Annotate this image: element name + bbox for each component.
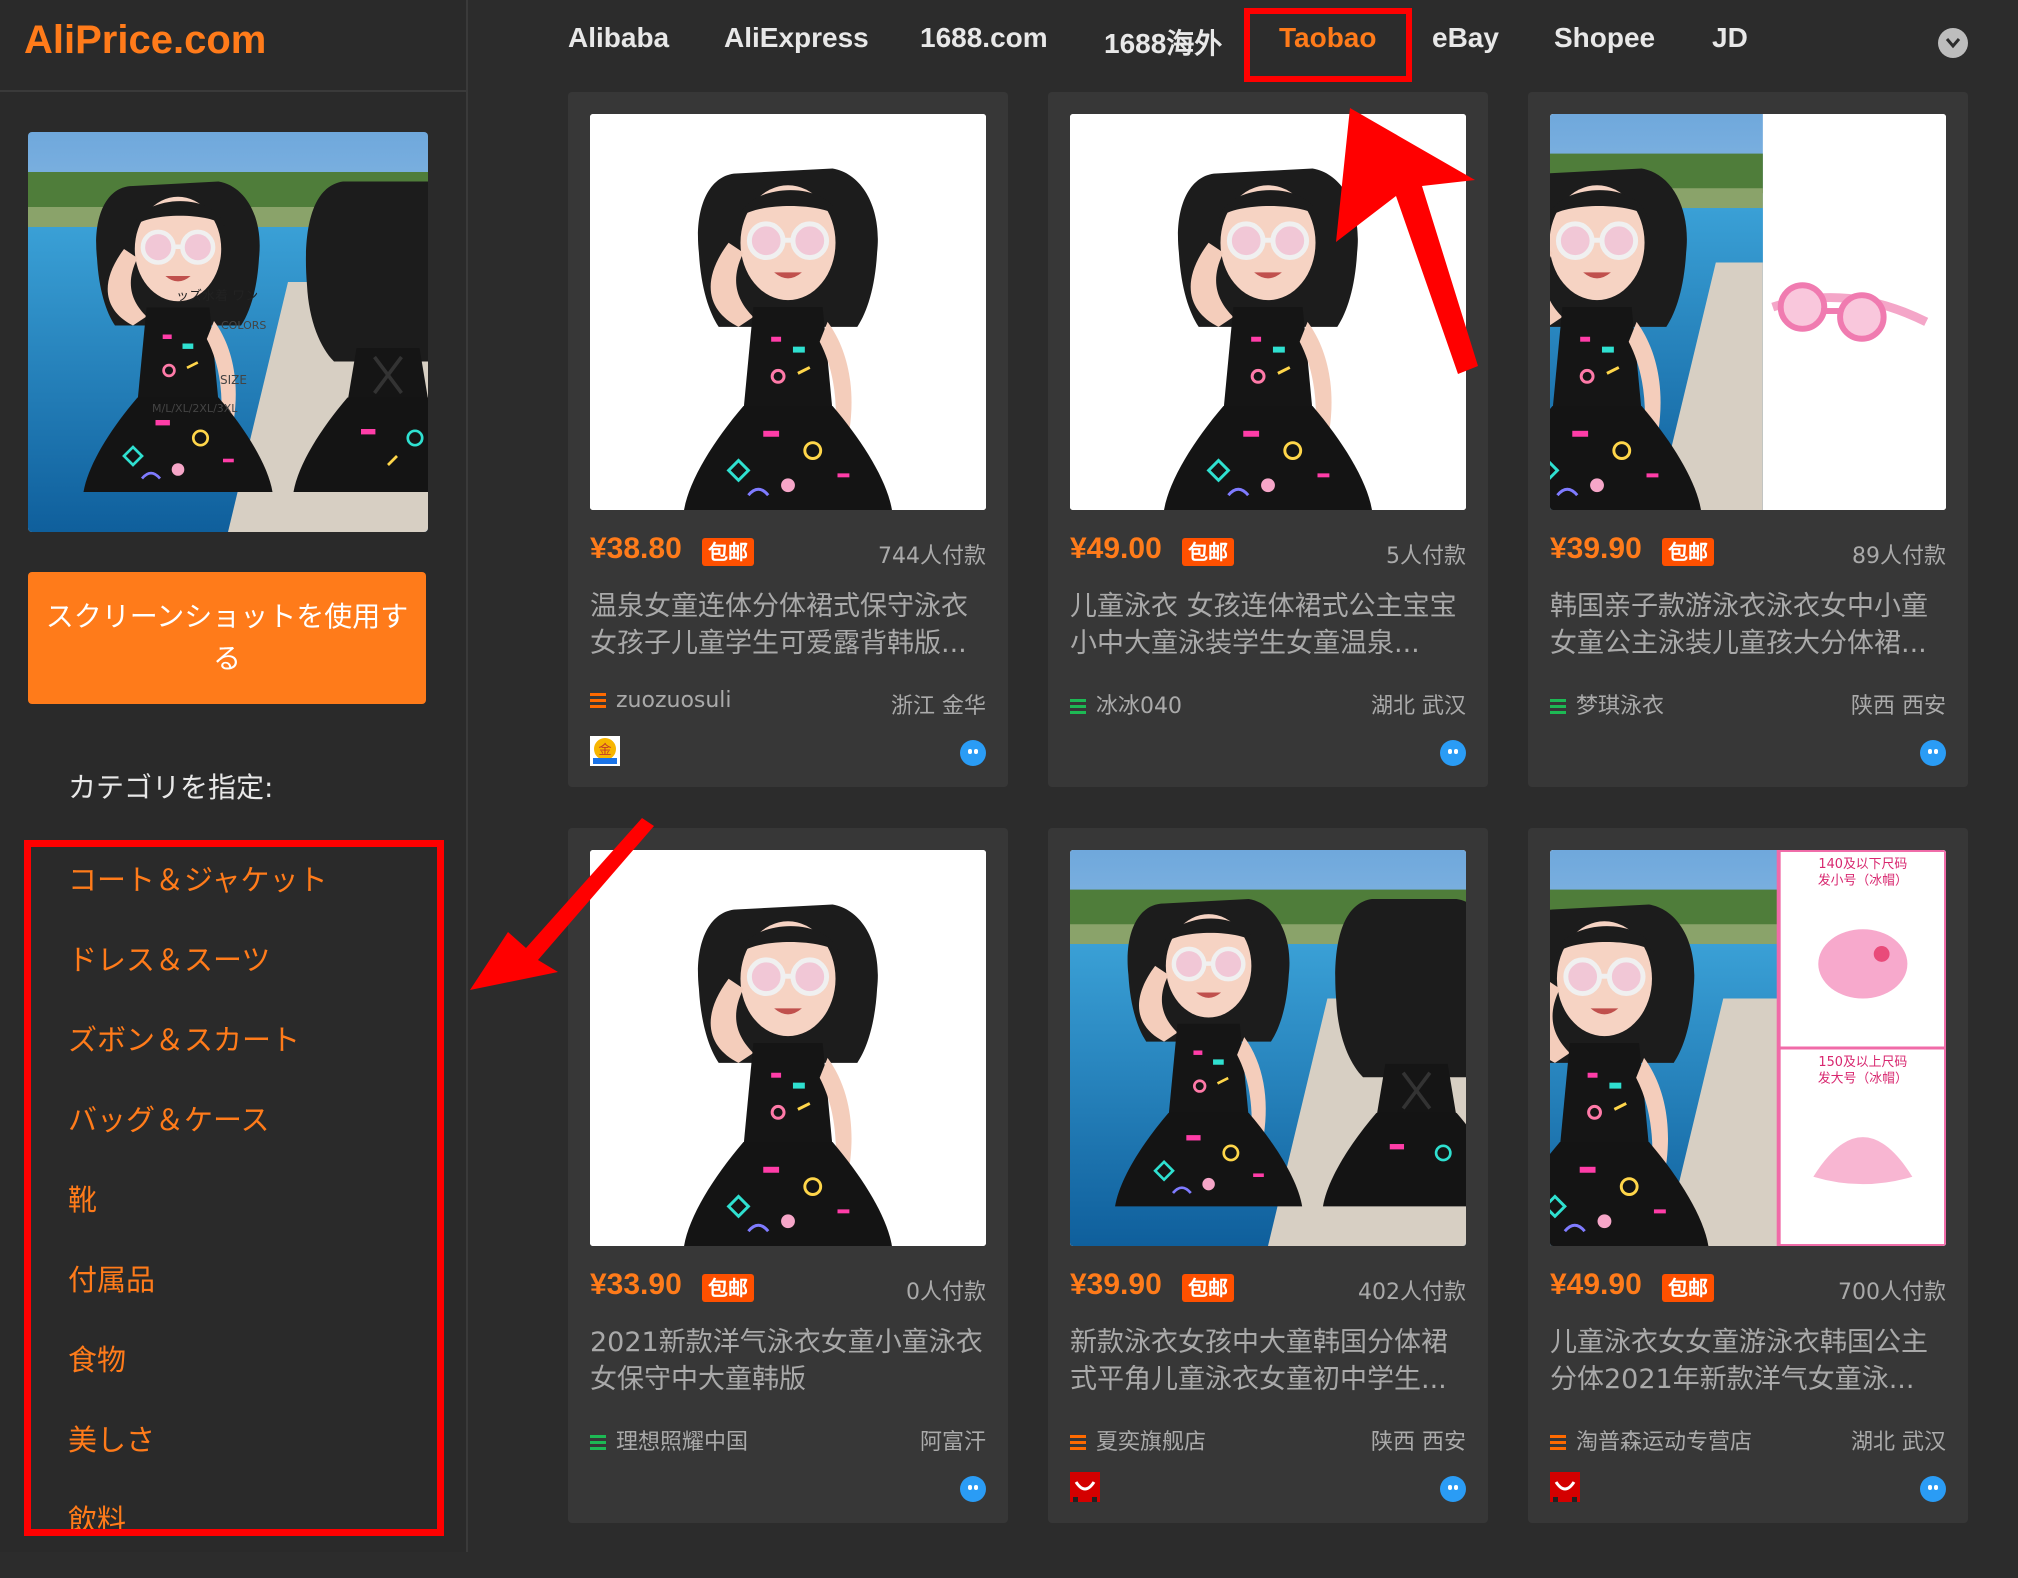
annotation-arrows (470, 108, 1478, 990)
arrow-to-taobao-icon (1336, 108, 1478, 374)
arrow-to-categories-icon (470, 818, 654, 990)
